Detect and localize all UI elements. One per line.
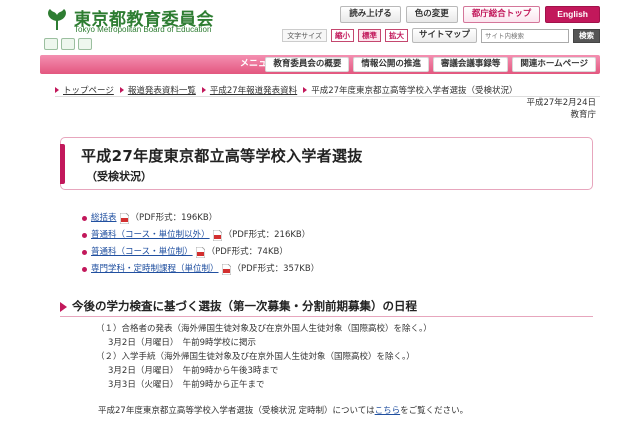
schedule-item: （１）合格者の発表（海外帰国生徒対象及び在京外国人生徒対象（国際高校）を除く。） <box>96 324 432 334</box>
heading-marker-icon <box>60 302 67 312</box>
bullet-icon <box>82 233 87 238</box>
bullet-icon <box>82 216 87 221</box>
logo-subtitle: Tokyo Metropolitan Board of Education <box>74 25 212 34</box>
file-link[interactable]: 専門学科・定時制課程（単位制） <box>91 261 219 278</box>
site-header: 東京都教育委員会 Tokyo Metropolitan Board of Edu… <box>0 0 640 62</box>
pdf-icon <box>195 247 205 258</box>
list-item: 普通科（コース・単位制） （PDF形式：74KB） <box>82 244 319 261</box>
footnote-link[interactable]: こちら <box>375 406 401 416</box>
nav-item-disclosure[interactable]: 情報公開の推進 <box>353 57 429 72</box>
schedule-detail: 3月2日（月曜日） 午前9時学校に掲示 <box>108 338 256 348</box>
schedule-detail: 3月2日（月曜日） 午前9時から午後3時まで <box>108 366 279 376</box>
breadcrumb: トップページ 報道発表資料一覧 平成27年報道発表資料 平成27年度東京都立高等… <box>55 84 518 96</box>
sitemap-button[interactable]: サイトマップ <box>411 28 477 43</box>
page-subtitle: （受検状況） <box>86 170 152 183</box>
color-change-button[interactable]: 色の変更 <box>405 6 458 23</box>
ginkgo-logo-icon <box>44 6 70 32</box>
file-link[interactable]: 普通科（コース・単位制以外） <box>91 227 210 244</box>
list-item: 普通科（コース・単位制以外） （PDF形式：216KB） <box>82 227 319 244</box>
divider <box>55 96 600 97</box>
divider <box>60 316 593 317</box>
publication-date: 平成27年2月24日 教育庁 <box>526 97 596 121</box>
search-input[interactable] <box>481 28 569 43</box>
breadcrumb-link[interactable]: 報道発表資料一覧 <box>128 84 196 96</box>
list-item: 総括表 （PDF形式：196KB） <box>82 210 319 227</box>
footnote: 平成27年度東京都立高等学校入学者選抜（受検状況 定時制）についてはこちらをご覧… <box>98 404 468 416</box>
english-button[interactable]: English <box>545 6 600 23</box>
text-size-normal-button[interactable]: 標準 <box>357 29 381 42</box>
text-size-small-button[interactable]: 縮小 <box>330 29 354 42</box>
file-link[interactable]: 普通科（コース・単位制） <box>91 244 193 261</box>
list-item: 専門学科・定時制課程（単位制） （PDF形式：357KB） <box>82 261 319 278</box>
chevron-right-icon <box>303 87 308 93</box>
footnote-text-end: をご覧ください。 <box>400 406 469 416</box>
site-logo[interactable]: 東京都教育委員会 Tokyo Metropolitan Board of Edu… <box>44 6 214 34</box>
breadcrumb-link[interactable]: 平成27年報道発表資料 <box>210 84 297 96</box>
logo-decoration <box>44 38 96 52</box>
issuer-text: 教育庁 <box>570 110 596 120</box>
breadcrumb-link[interactable]: トップページ <box>63 84 114 96</box>
text-size-label: 文字サイズ <box>282 29 327 42</box>
schedule-item: （２）入学手続（海外帰国生徒対象及び在京外国人生徒対象（国際高校）を除く。） <box>96 352 415 362</box>
footnote-text: 平成27年度東京都立高等学校入学者選抜（受検状況 定時制）については <box>98 406 375 416</box>
pdf-icon <box>221 264 231 275</box>
pdf-icon <box>119 213 129 224</box>
file-meta: （PDF形式：74KB） <box>206 247 288 257</box>
breadcrumb-current: 平成27年度東京都立高等学校入学者選抜（受検状況） <box>311 86 518 96</box>
bullet-icon <box>82 250 87 255</box>
chevron-right-icon <box>201 87 206 93</box>
nav-item-related-sites[interactable]: 関連ホームページ <box>512 57 596 72</box>
file-meta: （PDF形式：196KB） <box>130 213 218 223</box>
pdf-icon <box>212 230 222 241</box>
nav-item-minutes[interactable]: 審議会議事録等 <box>432 57 509 72</box>
utility-buttons: 読み上げる 色の変更 都庁総合トップ English <box>340 6 600 23</box>
nav-item-overview[interactable]: 教育委員会の概要 <box>265 57 350 72</box>
metro-top-button[interactable]: 都庁総合トップ <box>462 6 541 23</box>
file-list: 総括表 （PDF形式：196KB） 普通科（コース・単位制以外） （PDF形式：… <box>82 210 319 278</box>
chevron-right-icon <box>55 87 59 93</box>
page-title: 平成27年度東京都立高等学校入学者選抜 <box>81 147 363 165</box>
main-nav: メニュー 教育委員会の概要 情報公開の推進 審議会議事録等 関連ホームページ <box>40 55 600 74</box>
file-link[interactable]: 総括表 <box>91 210 117 227</box>
schedule-detail: 3月3日（火曜日） 午前9時から正午まで <box>108 380 265 390</box>
date-text: 平成27年2月24日 <box>526 98 596 108</box>
file-meta: （PDF形式：357KB） <box>232 264 320 274</box>
section-heading: 今後の学力検査に基づく選抜（第一次募集・分割前期募集）の日程 <box>60 298 560 318</box>
tools-row: 文字サイズ 縮小 標準 拡大 サイトマップ 検索 <box>282 28 600 43</box>
bullet-icon <box>82 267 87 272</box>
read-aloud-button[interactable]: 読み上げる <box>340 6 401 23</box>
text-size-large-button[interactable]: 拡大 <box>384 29 408 42</box>
section-heading-text: 今後の学力検査に基づく選抜（第一次募集・分割前期募集）の日程 <box>72 299 417 313</box>
search-button[interactable]: 検索 <box>573 28 600 43</box>
schedule-list: （１）合格者の発表（海外帰国生徒対象及び在京外国人生徒対象（国際高校）を除く。）… <box>96 322 432 392</box>
page-title-box: 平成27年度東京都立高等学校入学者選抜 （受検状況） <box>60 137 593 190</box>
chevron-right-icon <box>119 87 124 93</box>
file-meta: （PDF形式：216KB） <box>223 230 311 240</box>
